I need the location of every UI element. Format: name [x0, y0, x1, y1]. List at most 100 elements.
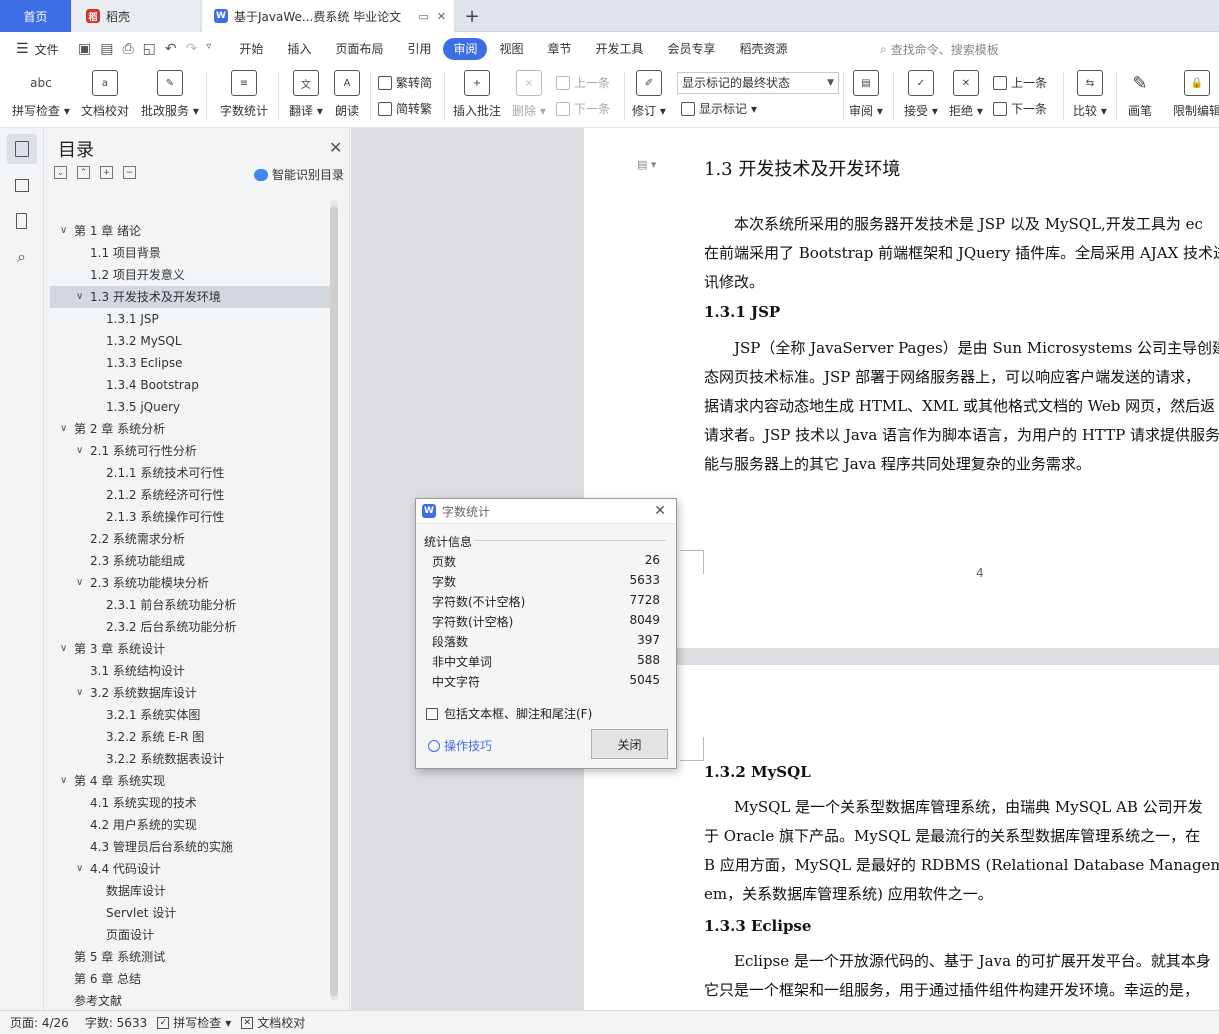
tab-document[interactable]: W 基于JavaWe...费系统 毕业论文 ▭ ✕ — [202, 0, 454, 32]
chevron-down-icon[interactable]: ∨ — [76, 440, 83, 462]
smart-toc-button[interactable]: 智能识别目录 — [254, 166, 344, 183]
menu-tab[interactable]: 会员专享 — [656, 38, 728, 60]
bookmark-button[interactable] — [7, 206, 37, 236]
page-indicator[interactable]: 页面: 4/26 — [10, 1014, 69, 1031]
toc-item[interactable]: 3.2.2 系统 E-R 图 — [50, 726, 330, 748]
toc-item[interactable]: 2.1.3 系统操作可行性 — [50, 506, 330, 528]
restrict-editing-button[interactable]: 🔒 限制编辑 — [1173, 70, 1219, 119]
translate-button[interactable]: 文翻译 ▾ — [289, 70, 323, 119]
tab-home[interactable]: 首页 — [0, 0, 71, 32]
trad-to-simp-button[interactable]: 繁转简 — [378, 74, 432, 91]
read-aloud-button[interactable]: A 朗读 — [334, 70, 360, 119]
toc-item[interactable]: 1.1 项目背景 — [50, 242, 330, 264]
toc-item[interactable]: ∨ 4.4 代码设计 — [50, 858, 330, 880]
toc-item[interactable]: 页面设计 — [50, 924, 330, 946]
next-change-button[interactable]: 下一条 — [993, 100, 1047, 117]
word-count-button[interactable]: ≡ 字数统计 — [220, 70, 268, 119]
toc-item[interactable]: ∨ 第 4 章 系统实现 — [50, 770, 330, 792]
include-textbox-checkbox[interactable]: 包括文本框、脚注和尾注(F) — [426, 705, 592, 722]
redo-icon[interactable]: ↷ — [186, 41, 198, 57]
accept-button[interactable]: ✓ 接受 ▾ — [904, 70, 938, 119]
close-icon[interactable]: ✕ — [654, 503, 666, 519]
toc-item[interactable]: 2.3.1 前台系统功能分析 — [50, 594, 330, 616]
next-comment-button[interactable]: 下一条 — [556, 100, 610, 117]
toc-item[interactable]: 3.2.1 系统实体图 — [50, 704, 330, 726]
command-search[interactable]: ⌕ 查找命令、搜索模板 — [880, 41, 999, 58]
toc-item[interactable]: ∨ 第 3 章 系统设计 — [50, 638, 330, 660]
show-markup-button[interactable]: 显示标记 ▾ — [681, 100, 757, 117]
toc-item[interactable]: 2.1.1 系统技术可行性 — [50, 462, 330, 484]
menu-tab[interactable]: 稻壳资源 — [728, 38, 800, 60]
delete-comment-button[interactable]: × 删除 ▾ — [512, 70, 546, 119]
toc-item[interactable]: ∨ 1.3 开发技术及开发环境 — [50, 286, 330, 308]
doc-check-status[interactable]: ✕ 文档校对 — [241, 1014, 305, 1031]
toc-item[interactable]: 第 5 章 系统测试 — [50, 946, 330, 968]
menu-tab[interactable]: 章节 — [536, 38, 584, 60]
expand-all-icon[interactable]: ⌃ — [77, 166, 90, 179]
toc-item[interactable]: 2.3.2 后台系统功能分析 — [50, 616, 330, 638]
prev-comment-button[interactable]: 上一条 — [556, 74, 610, 91]
menu-tab[interactable]: 视图 — [487, 38, 535, 60]
toc-item[interactable]: ∨ 2.3 系统功能模块分析 — [50, 572, 330, 594]
more-icon[interactable]: ▿ — [206, 41, 211, 57]
toc-item[interactable]: 第 6 章 总结 — [50, 968, 330, 990]
spell-check-button[interactable]: abc 拼写检查 ▾ — [12, 70, 70, 119]
menu-tab[interactable]: 插入 — [275, 38, 323, 60]
toc-item[interactable]: 数据库设计 — [50, 880, 330, 902]
toc-item[interactable]: 3.1 系统结构设计 — [50, 660, 330, 682]
prev-change-button[interactable]: 上一条 — [993, 74, 1047, 91]
close-icon[interactable]: ✕ — [329, 138, 342, 157]
insert-comment-button[interactable]: + 插入批注 — [453, 70, 501, 119]
simp-to-trad-button[interactable]: 简转繁 — [378, 100, 432, 117]
menu-tab[interactable]: 引用 — [395, 38, 443, 60]
chapter-nav-button[interactable] — [7, 170, 37, 200]
chevron-down-icon[interactable]: ∨ — [60, 638, 67, 660]
markup-state-select[interactable]: 显示标记的最终状态 ▼ — [677, 72, 839, 94]
toc-item[interactable]: ∨ 第 2 章 系统分析 — [50, 418, 330, 440]
chevron-down-icon[interactable]: ∨ — [60, 418, 67, 440]
restore-icon[interactable]: ▭ — [418, 10, 428, 23]
toc-item[interactable]: 4.2 用户系统的实现 — [50, 814, 330, 836]
remove-heading-icon[interactable]: − — [123, 166, 136, 179]
new-tab-button[interactable]: + — [460, 0, 484, 32]
toc-item[interactable]: 2.1.2 系统经济可行性 — [50, 484, 330, 506]
collapse-all-icon[interactable]: ⌄ — [54, 166, 67, 179]
batch-service-button[interactable]: ✎ 批改服务 ▾ — [141, 70, 199, 119]
toc-item[interactable]: ∨ 3.2 系统数据库设计 — [50, 682, 330, 704]
toc-item[interactable]: ∨ 第 1 章 绪论 — [50, 220, 330, 242]
menu-tab[interactable]: 开发工具 — [584, 38, 656, 60]
spell-check-status[interactable]: ✓ 拼写检查 ▾ — [157, 1014, 231, 1031]
print-preview-icon[interactable]: ◱ — [143, 41, 156, 57]
compare-button[interactable]: ⇆ 比较 ▾ — [1073, 70, 1107, 119]
toc-item[interactable]: 4.3 管理员后台系统的实施 — [50, 836, 330, 858]
chevron-down-icon[interactable]: ∨ — [60, 770, 67, 792]
menu-tab[interactable]: 审阅 — [443, 38, 488, 60]
checkbox-box[interactable] — [426, 707, 438, 720]
print-icon[interactable]: ⎙ — [122, 41, 133, 57]
review-pane-button[interactable]: ▤ 审阅 ▾ — [849, 70, 883, 119]
chevron-down-icon[interactable]: ∨ — [76, 572, 83, 594]
toc-item[interactable]: 1.3.4 Bootstrap — [50, 374, 330, 396]
toc-item[interactable]: 1.3.3 Eclipse — [50, 352, 330, 374]
tips-link[interactable]: 操作技巧 — [428, 737, 492, 754]
toc-item[interactable]: 1.2 项目开发意义 — [50, 264, 330, 286]
paragraph-menu-icon[interactable]: ▤ ▾ — [637, 158, 656, 171]
menu-tab[interactable]: 开始 — [227, 38, 275, 60]
chevron-down-icon[interactable]: ∨ — [60, 220, 67, 242]
add-heading-icon[interactable]: + — [100, 166, 113, 179]
toc-item[interactable]: ∨ 2.1 系统可行性分析 — [50, 440, 330, 462]
reject-button[interactable]: ✕ 拒绝 ▾ — [949, 70, 983, 119]
close-button[interactable]: 关闭 — [591, 729, 668, 759]
menu-tab[interactable]: 页面布局 — [323, 38, 395, 60]
tab-close-icon[interactable]: ✕ — [437, 10, 446, 23]
doc-check-button[interactable]: a 文档校对 — [81, 70, 129, 119]
toc-item[interactable]: 1.3.2 MySQL — [50, 330, 330, 352]
file-menu[interactable]: ☰ 文件 — [0, 41, 72, 58]
toc-scroll-thumb[interactable] — [330, 206, 338, 996]
export-pdf-icon[interactable]: ▤ — [100, 41, 113, 57]
document-page[interactable]: ▤ ▾ 1.3 开发技术及开发环境 本次系统所采用的服务器开发技术是 JSP 以… — [584, 128, 1219, 648]
document-page[interactable]: 1.3.2 MySQL MySQL 是一个关系型数据库管理系统，由瑞典 MySQ… — [584, 665, 1219, 1010]
toc-item[interactable]: 2.3 系统功能组成 — [50, 550, 330, 572]
save-icon[interactable]: ▣ — [78, 41, 91, 57]
undo-icon[interactable]: ↶ — [165, 41, 177, 57]
